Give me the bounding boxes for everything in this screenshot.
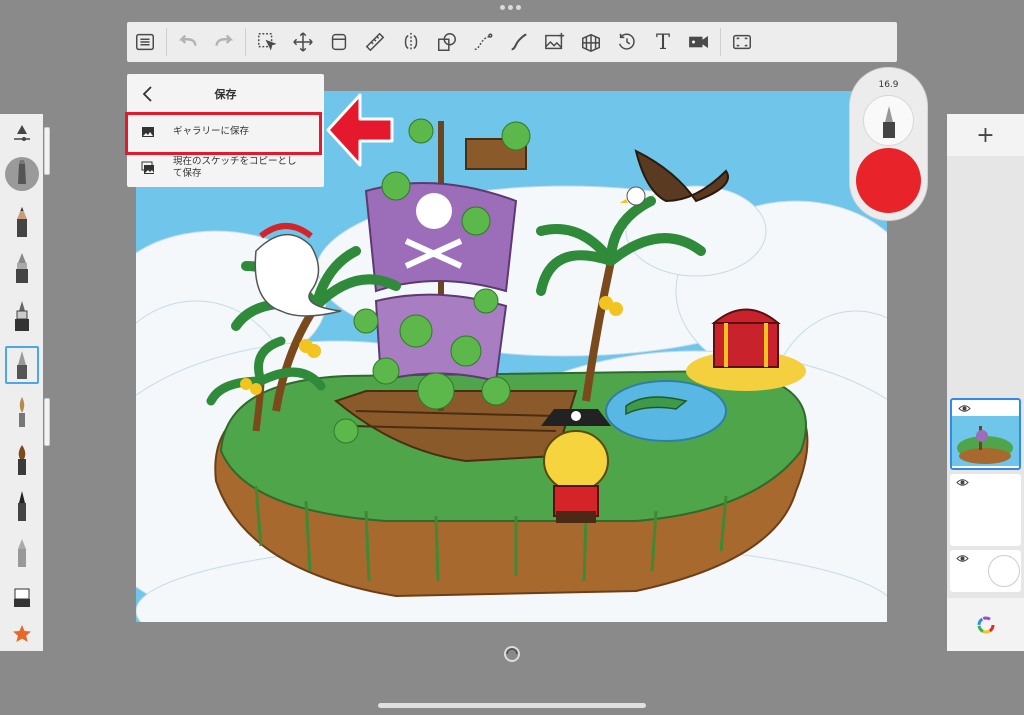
- favorites-star-icon[interactable]: [0, 614, 43, 654]
- chisel-icon[interactable]: [0, 532, 43, 572]
- pointer-arrow-icon: [326, 93, 394, 167]
- airbrush-icon[interactable]: [0, 392, 43, 432]
- visibility-eye-icon[interactable]: [958, 404, 971, 413]
- shape-icon[interactable]: [429, 22, 465, 62]
- redo-icon[interactable]: [206, 22, 242, 62]
- highlight-box: [125, 112, 322, 155]
- ballpoint-pen-icon[interactable]: [5, 346, 39, 384]
- save-as-copy-item[interactable]: 現在のスケッチをコピーとし て保存: [127, 150, 324, 186]
- multitasking-dots[interactable]: [500, 5, 521, 10]
- text-tool[interactable]: T: [645, 22, 681, 62]
- left-handle-bottom[interactable]: [44, 398, 50, 446]
- brush-palette: [0, 114, 43, 651]
- visibility-eye-icon[interactable]: [956, 554, 969, 563]
- sync-icon[interactable]: [503, 645, 521, 663]
- copy-image-icon: [141, 161, 154, 174]
- back-chevron-icon[interactable]: [139, 83, 157, 105]
- symmetry-icon[interactable]: [393, 22, 429, 62]
- layer-2-thumbnail[interactable]: [950, 474, 1021, 546]
- brush-size-control[interactable]: [863, 95, 914, 146]
- brush-options-icon[interactable]: [0, 114, 43, 154]
- image-import-icon[interactable]: [537, 22, 573, 62]
- visibility-eye-icon[interactable]: [956, 478, 969, 487]
- time-lapse-icon[interactable]: [609, 22, 645, 62]
- blender-icon[interactable]: [0, 154, 43, 194]
- eraser-icon[interactable]: [0, 578, 43, 618]
- perspective-icon[interactable]: [573, 22, 609, 62]
- layer-1-thumbnail[interactable]: [950, 398, 1021, 470]
- background-color-swatch[interactable]: [988, 555, 1020, 587]
- color-wheel-icon: [977, 616, 994, 633]
- save-menu-header: 保存: [127, 74, 324, 114]
- top-toolbar: T: [127, 22, 897, 62]
- marker-icon[interactable]: [0, 248, 43, 288]
- ruler-icon[interactable]: [357, 22, 393, 62]
- brush-color-swatch[interactable]: [856, 148, 921, 213]
- background-layer-thumbnail[interactable]: [950, 550, 1021, 592]
- save-as-copy-label: 現在のスケッチをコピーとし て保存: [173, 156, 297, 179]
- ink-pen-icon[interactable]: [0, 486, 43, 526]
- technical-pen-icon[interactable]: [0, 296, 43, 336]
- home-indicator[interactable]: [378, 703, 646, 708]
- fullscreen-icon[interactable]: [724, 22, 760, 62]
- selection-icon[interactable]: [249, 22, 285, 62]
- video-icon[interactable]: [681, 22, 717, 62]
- pencil-icon[interactable]: [0, 202, 43, 242]
- undo-icon[interactable]: [170, 22, 206, 62]
- curve-icon[interactable]: [465, 22, 501, 62]
- transform-icon[interactable]: [285, 22, 321, 62]
- color-wheel-button[interactable]: [947, 598, 1024, 651]
- list-icon[interactable]: [127, 22, 163, 62]
- layer-editor-icon[interactable]: [321, 22, 357, 62]
- layer-1-preview: [952, 416, 1019, 466]
- stroke-icon[interactable]: [501, 22, 537, 62]
- pen-tip-icon: [883, 106, 895, 138]
- brush-size-value: 16.9: [878, 80, 899, 90]
- add-layer-button[interactable]: +: [947, 114, 1024, 156]
- layer-panel: +: [947, 114, 1024, 651]
- paintbrush-icon[interactable]: [0, 440, 43, 480]
- left-handle-top[interactable]: [44, 127, 50, 175]
- brush-puck[interactable]: 16.9: [850, 68, 927, 220]
